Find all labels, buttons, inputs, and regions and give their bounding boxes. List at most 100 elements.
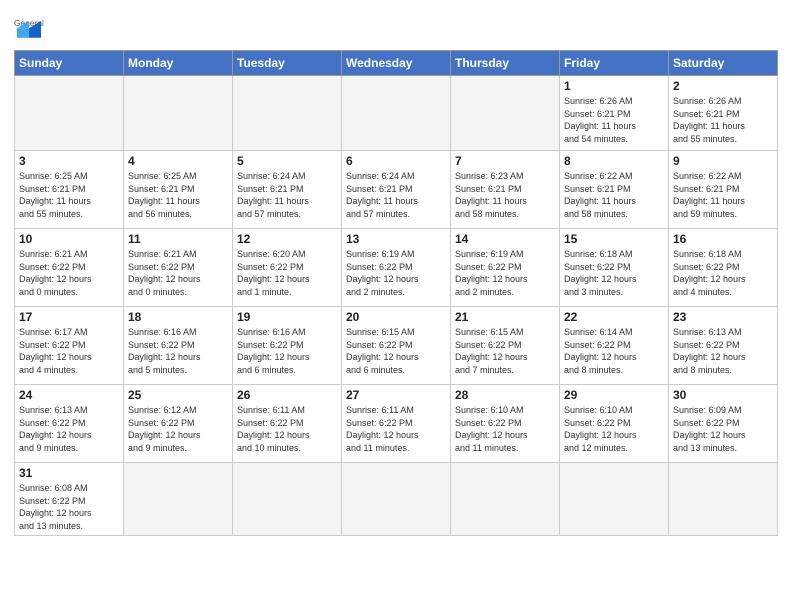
calendar-day-cell: [342, 76, 451, 151]
day-info: Sunrise: 6:15 AM Sunset: 6:22 PM Dayligh…: [346, 326, 446, 376]
day-number: 13: [346, 232, 446, 246]
day-info: Sunrise: 6:25 AM Sunset: 6:21 PM Dayligh…: [19, 170, 119, 220]
day-info: Sunrise: 6:19 AM Sunset: 6:22 PM Dayligh…: [346, 248, 446, 298]
day-number: 1: [564, 79, 664, 93]
day-number: 11: [128, 232, 228, 246]
header-area: General: [14, 12, 778, 42]
calendar-day-cell: [233, 76, 342, 151]
day-info: Sunrise: 6:23 AM Sunset: 6:21 PM Dayligh…: [455, 170, 555, 220]
calendar-day-cell: 2 Sunrise: 6:26 AM Sunset: 6:21 PM Daylig…: [669, 76, 778, 151]
day-info: Sunrise: 6:13 AM Sunset: 6:22 PM Dayligh…: [19, 404, 119, 454]
day-info: Sunrise: 6:22 AM Sunset: 6:21 PM Dayligh…: [564, 170, 664, 220]
day-number: 14: [455, 232, 555, 246]
day-info: Sunrise: 6:20 AM Sunset: 6:22 PM Dayligh…: [237, 248, 337, 298]
day-number: 18: [128, 310, 228, 324]
calendar-day-cell: 30 Sunrise: 6:09 AM Sunset: 6:22 PM Dayli…: [669, 385, 778, 463]
page: General SundayMondayTuesdayWednesdayThur…: [0, 0, 792, 612]
calendar-day-cell: 23 Sunrise: 6:13 AM Sunset: 6:22 PM Dayli…: [669, 307, 778, 385]
day-info: Sunrise: 6:18 AM Sunset: 6:22 PM Dayligh…: [673, 248, 773, 298]
calendar-day-cell: [342, 463, 451, 536]
calendar-day-cell: 8 Sunrise: 6:22 AM Sunset: 6:21 PM Daylig…: [560, 151, 669, 229]
day-info: Sunrise: 6:21 AM Sunset: 6:22 PM Dayligh…: [19, 248, 119, 298]
calendar-day-cell: 3 Sunrise: 6:25 AM Sunset: 6:21 PM Daylig…: [15, 151, 124, 229]
calendar-day-cell: 11 Sunrise: 6:21 AM Sunset: 6:22 PM Dayli…: [124, 229, 233, 307]
day-info: Sunrise: 6:16 AM Sunset: 6:22 PM Dayligh…: [237, 326, 337, 376]
day-number: 15: [564, 232, 664, 246]
calendar-day-cell: [124, 76, 233, 151]
day-info: Sunrise: 6:17 AM Sunset: 6:22 PM Dayligh…: [19, 326, 119, 376]
day-number: 2: [673, 79, 773, 93]
calendar-day-cell: 29 Sunrise: 6:10 AM Sunset: 6:22 PM Dayli…: [560, 385, 669, 463]
calendar-day-cell: 28 Sunrise: 6:10 AM Sunset: 6:22 PM Dayli…: [451, 385, 560, 463]
weekday-header-friday: Friday: [560, 51, 669, 76]
calendar-day-cell: [451, 463, 560, 536]
weekday-header-thursday: Thursday: [451, 51, 560, 76]
day-info: Sunrise: 6:11 AM Sunset: 6:22 PM Dayligh…: [346, 404, 446, 454]
day-number: 19: [237, 310, 337, 324]
day-info: Sunrise: 6:14 AM Sunset: 6:22 PM Dayligh…: [564, 326, 664, 376]
calendar-day-cell: [560, 463, 669, 536]
day-number: 29: [564, 388, 664, 402]
day-number: 7: [455, 154, 555, 168]
day-number: 17: [19, 310, 119, 324]
day-number: 12: [237, 232, 337, 246]
calendar-day-cell: 22Sunrise: 6:14 AM Sunset: 6:22 PM Dayli…: [560, 307, 669, 385]
logo-area: General: [14, 12, 48, 42]
day-number: 26: [237, 388, 337, 402]
day-number: 27: [346, 388, 446, 402]
calendar-day-cell: 16 Sunrise: 6:18 AM Sunset: 6:22 PM Dayli…: [669, 229, 778, 307]
calendar-day-cell: [451, 76, 560, 151]
day-info: Sunrise: 6:26 AM Sunset: 6:21 PM Dayligh…: [564, 95, 664, 145]
day-number: 28: [455, 388, 555, 402]
day-number: 3: [19, 154, 119, 168]
weekday-header-row: SundayMondayTuesdayWednesdayThursdayFrid…: [15, 51, 778, 76]
weekday-header-monday: Monday: [124, 51, 233, 76]
calendar-table: SundayMondayTuesdayWednesdayThursdayFrid…: [14, 50, 778, 536]
calendar-day-cell: [124, 463, 233, 536]
calendar-day-cell: 6Sunrise: 6:24 AM Sunset: 6:21 PM Daylig…: [342, 151, 451, 229]
calendar-day-cell: 4 Sunrise: 6:25 AM Sunset: 6:21 PM Daylig…: [124, 151, 233, 229]
day-number: 5: [237, 154, 337, 168]
day-number: 10: [19, 232, 119, 246]
day-number: 23: [673, 310, 773, 324]
day-number: 31: [19, 466, 119, 480]
day-info: Sunrise: 6:26 AM Sunset: 6:21 PM Dayligh…: [673, 95, 773, 145]
calendar-day-cell: 26Sunrise: 6:11 AM Sunset: 6:22 PM Dayli…: [233, 385, 342, 463]
calendar-day-cell: 18Sunrise: 6:16 AM Sunset: 6:22 PM Dayli…: [124, 307, 233, 385]
day-info: Sunrise: 6:10 AM Sunset: 6:22 PM Dayligh…: [455, 404, 555, 454]
calendar-day-cell: 19 Sunrise: 6:16 AM Sunset: 6:22 PM Dayli…: [233, 307, 342, 385]
weekday-header-sunday: Sunday: [15, 51, 124, 76]
calendar-day-cell: 20Sunrise: 6:15 AM Sunset: 6:22 PM Dayli…: [342, 307, 451, 385]
calendar-day-cell: 1 Sunrise: 6:26 AM Sunset: 6:21 PM Daylig…: [560, 76, 669, 151]
day-number: 21: [455, 310, 555, 324]
calendar-day-cell: [669, 463, 778, 536]
weekday-header-saturday: Saturday: [669, 51, 778, 76]
day-info: Sunrise: 6:13 AM Sunset: 6:22 PM Dayligh…: [673, 326, 773, 376]
calendar-day-cell: 13 Sunrise: 6:19 AM Sunset: 6:22 PM Dayli…: [342, 229, 451, 307]
day-number: 30: [673, 388, 773, 402]
day-info: Sunrise: 6:09 AM Sunset: 6:22 PM Dayligh…: [673, 404, 773, 454]
day-number: 4: [128, 154, 228, 168]
weekday-header-wednesday: Wednesday: [342, 51, 451, 76]
calendar-week-row: 17 Sunrise: 6:17 AM Sunset: 6:22 PM Dayli…: [15, 307, 778, 385]
day-info: Sunrise: 6:21 AM Sunset: 6:22 PM Dayligh…: [128, 248, 228, 298]
day-info: Sunrise: 6:19 AM Sunset: 6:22 PM Dayligh…: [455, 248, 555, 298]
calendar-week-row: 1 Sunrise: 6:26 AM Sunset: 6:21 PM Daylig…: [15, 76, 778, 151]
calendar-day-cell: 31Sunrise: 6:08 AM Sunset: 6:22 PM Dayli…: [15, 463, 124, 536]
day-info: Sunrise: 6:25 AM Sunset: 6:21 PM Dayligh…: [128, 170, 228, 220]
day-number: 16: [673, 232, 773, 246]
day-info: Sunrise: 6:18 AM Sunset: 6:22 PM Dayligh…: [564, 248, 664, 298]
calendar-day-cell: [233, 463, 342, 536]
day-number: 9: [673, 154, 773, 168]
day-number: 25: [128, 388, 228, 402]
day-number: 24: [19, 388, 119, 402]
calendar-day-cell: [15, 76, 124, 151]
day-number: 8: [564, 154, 664, 168]
day-info: Sunrise: 6:10 AM Sunset: 6:22 PM Dayligh…: [564, 404, 664, 454]
day-info: Sunrise: 6:24 AM Sunset: 6:21 PM Dayligh…: [237, 170, 337, 220]
day-number: 6: [346, 154, 446, 168]
calendar-week-row: 31Sunrise: 6:08 AM Sunset: 6:22 PM Dayli…: [15, 463, 778, 536]
day-info: Sunrise: 6:12 AM Sunset: 6:22 PM Dayligh…: [128, 404, 228, 454]
weekday-header-tuesday: Tuesday: [233, 51, 342, 76]
general-blue-logo-icon: General: [14, 12, 44, 42]
